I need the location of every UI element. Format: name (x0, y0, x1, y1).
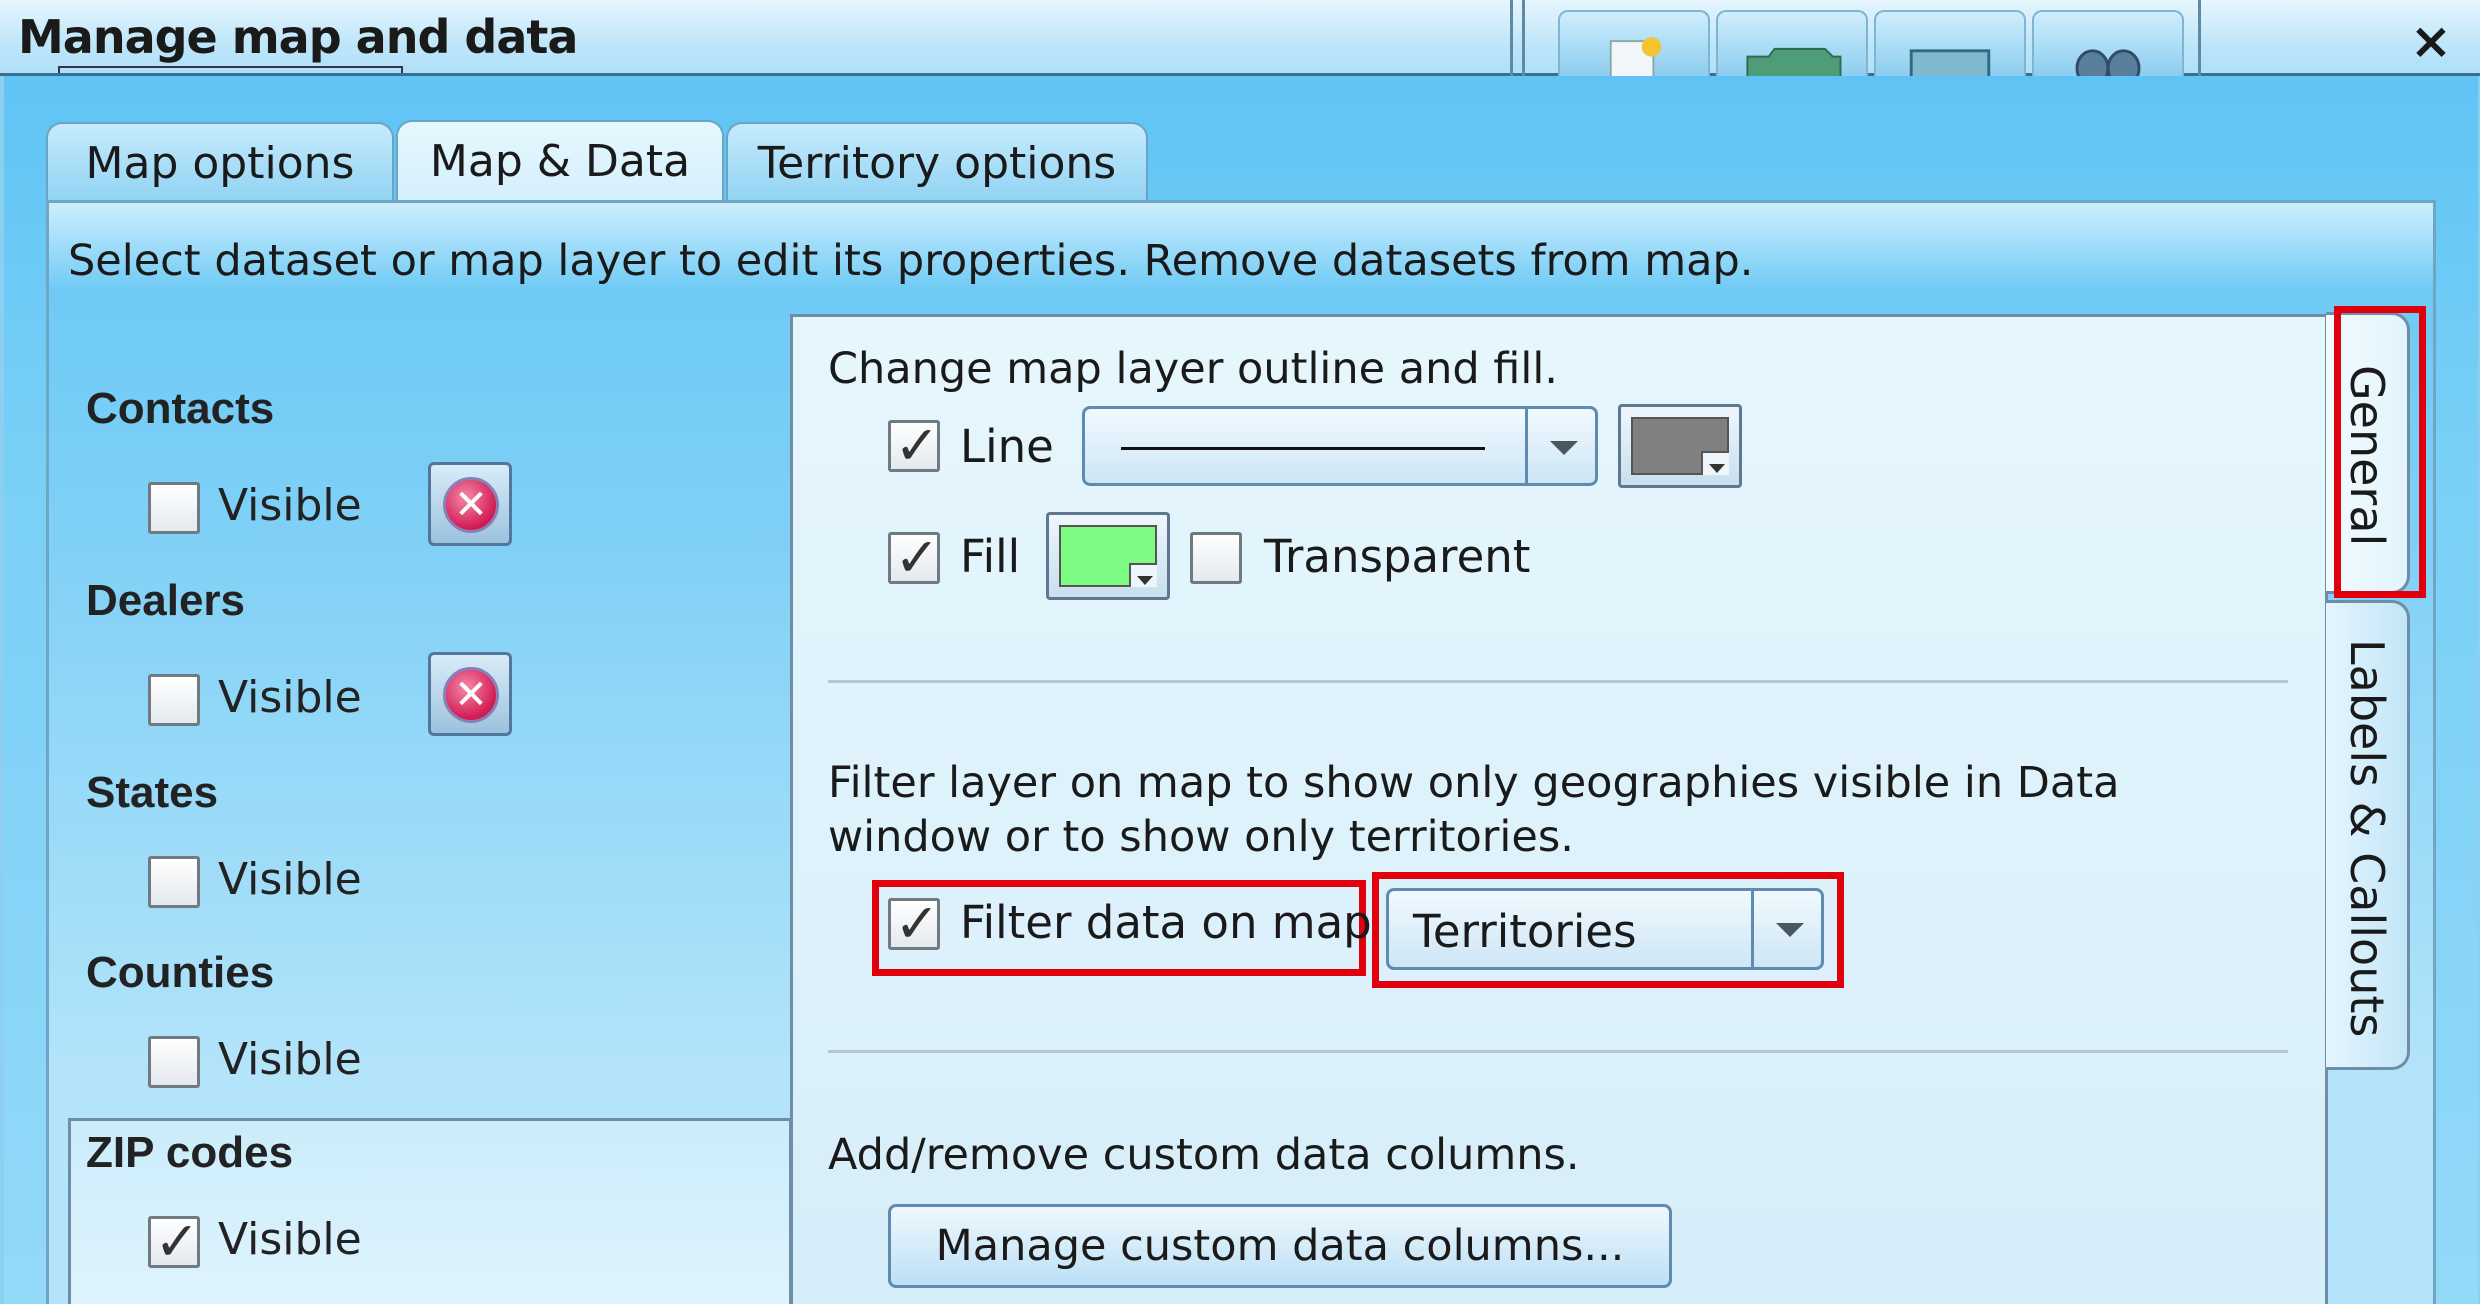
window-icon (1909, 49, 1991, 82)
filter-type-select[interactable]: Territories (1386, 888, 1824, 970)
fill-checkbox[interactable]: ✓ (888, 526, 940, 589)
fill-label: Fill (960, 530, 1021, 583)
transparent-label: Transparent (1264, 530, 1531, 583)
toolbar-button-open[interactable] (1716, 10, 1868, 81)
section-divider (828, 1050, 2288, 1053)
filter-heading-line2: window or to show only territories. (828, 812, 1574, 862)
manage-custom-columns-button[interactable]: Manage custom data columns... (888, 1204, 1672, 1288)
section-divider (828, 680, 2288, 683)
remove-dataset-button-contacts[interactable]: ✕ (428, 462, 512, 546)
visible-checkbox-states[interactable] (148, 856, 200, 908)
filter-type-value: Territories (1413, 905, 1637, 958)
tab-labels-callouts[interactable]: Labels & Callouts (2326, 600, 2410, 1070)
general-tab-highlight-box (2334, 306, 2426, 598)
checkmark-icon: ✓ (154, 1210, 200, 1273)
dropdown-arrow-icon (1709, 464, 1725, 473)
toolbar-button-new[interactable] (1558, 10, 1710, 81)
instruction-text: Select dataset or map layer to edit its … (68, 236, 1754, 286)
visible-checkbox-dealers[interactable] (148, 674, 200, 726)
dropdown-arrow-icon (1137, 576, 1153, 585)
checkmark-icon: ✓ (894, 414, 940, 477)
toolbar-separator (2198, 0, 2201, 76)
visible-checkbox-contacts[interactable] (148, 482, 200, 534)
visible-label: Visible (218, 1034, 362, 1085)
chevron-down-icon (1525, 409, 1595, 483)
dataset-name-dealers[interactable]: Dealers (86, 576, 245, 626)
outline-heading: Change map layer outline and fill. (828, 344, 1558, 394)
line-checkbox[interactable]: ✓ (888, 414, 940, 477)
close-icon[interactable]: × (2410, 12, 2452, 70)
fill-color-button[interactable] (1046, 512, 1170, 600)
new-icon (1609, 37, 1662, 81)
tab-labels-callouts-label: Labels & Callouts (2340, 639, 2394, 1038)
custom-columns-heading: Add/remove custom data columns. (828, 1130, 1580, 1180)
toolbar-button-find[interactable] (2032, 10, 2184, 88)
line-style-preview (1121, 447, 1485, 450)
remove-icon: ✕ (443, 477, 499, 533)
visible-label: Visible (218, 1214, 362, 1265)
title-underline (58, 66, 403, 73)
line-label: Line (960, 420, 1054, 473)
dataset-name-zip-codes[interactable]: ZIP codes (86, 1128, 293, 1178)
visible-checkbox-zip-codes[interactable]: ✓ (148, 1210, 200, 1273)
toolbar-separator (1522, 0, 1525, 76)
chevron-down-icon (1751, 891, 1821, 967)
visible-label: Visible (218, 854, 362, 905)
line-style-select[interactable] (1082, 406, 1598, 486)
line-color-button[interactable] (1618, 404, 1742, 488)
dataset-name-counties[interactable]: Counties (86, 948, 274, 998)
tab-map-and-data[interactable]: Map & Data (396, 120, 724, 206)
dataset-name-contacts[interactable]: Contacts (86, 384, 274, 434)
binoculars-icon (2075, 49, 2141, 88)
remove-icon: ✕ (443, 667, 499, 723)
tab-map-options[interactable]: Map options (46, 122, 394, 204)
transparent-checkbox[interactable] (1190, 532, 1242, 584)
checkmark-icon: ✓ (894, 526, 940, 589)
toolbar-separator (1510, 0, 1513, 76)
toolbar-button-window[interactable] (1874, 10, 2026, 82)
visible-checkbox-counties[interactable] (148, 1036, 200, 1088)
dataset-name-states[interactable]: States (86, 768, 218, 818)
visible-label: Visible (218, 672, 362, 723)
tab-territory-options[interactable]: Territory options (726, 122, 1148, 204)
checkmark-icon: ✓ (894, 892, 940, 955)
filter-heading-line1: Filter layer on map to show only geograp… (828, 758, 2120, 808)
window-title: Manage map and data (18, 10, 578, 64)
remove-dataset-button-dealers[interactable]: ✕ (428, 652, 512, 736)
filter-data-label: Filter data on map (960, 896, 1372, 949)
folder-icon (1746, 47, 1842, 81)
visible-label: Visible (218, 480, 362, 531)
filter-data-checkbox[interactable]: ✓ (888, 892, 940, 955)
